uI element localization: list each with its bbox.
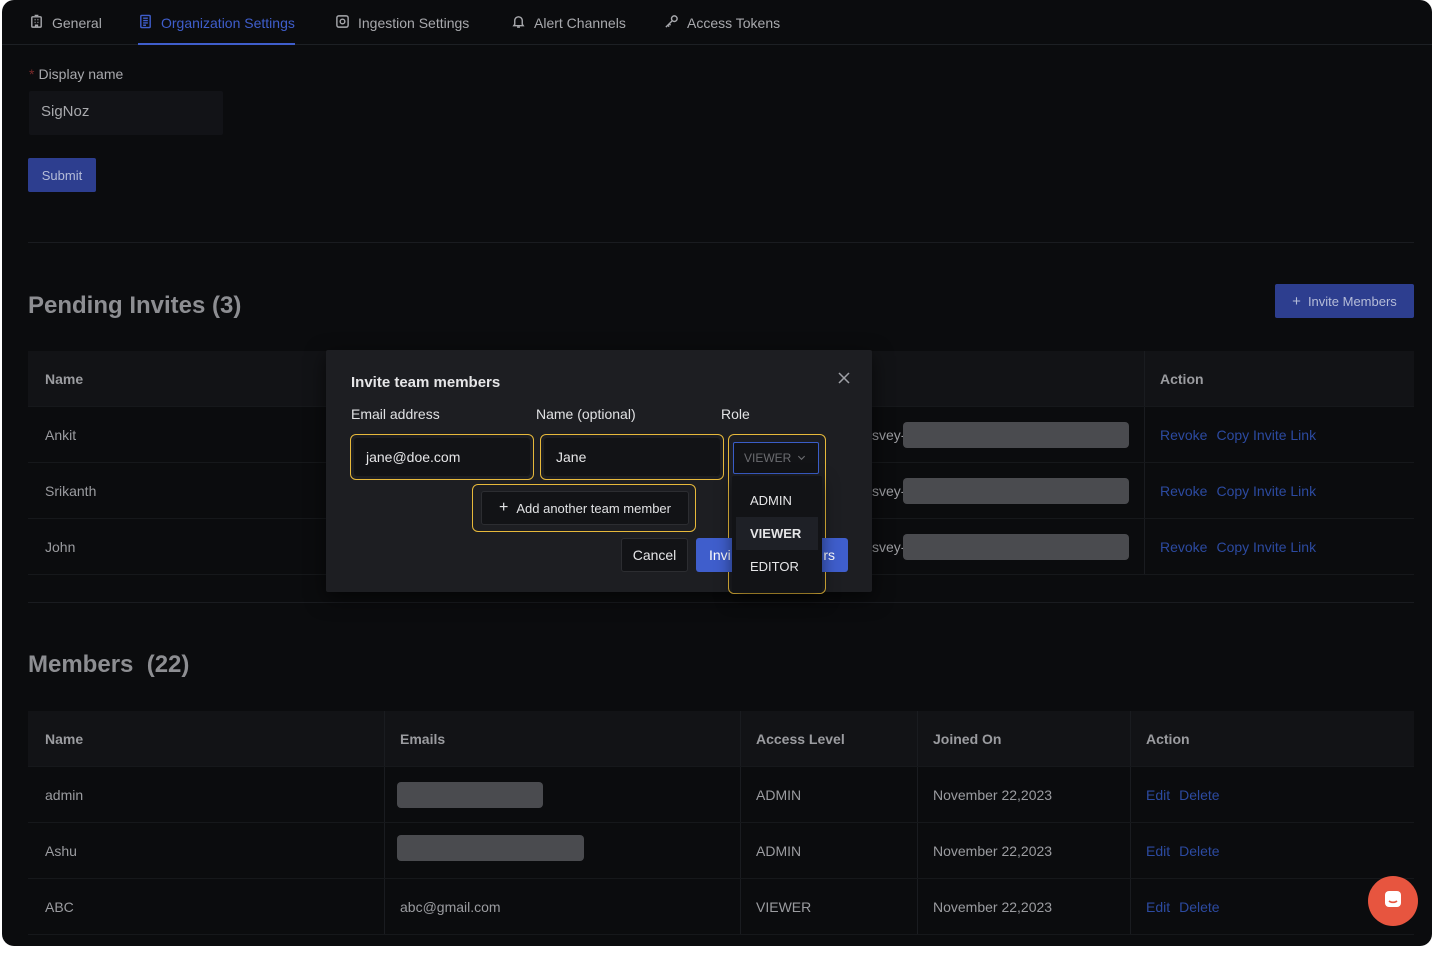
tab-label: General — [52, 14, 102, 31]
tab-label: Alert Channels — [534, 14, 626, 31]
edit-link[interactable]: Edit — [1146, 843, 1170, 859]
plus-icon: + — [1292, 292, 1301, 310]
copy-invite-link[interactable]: Copy Invite Link — [1216, 483, 1316, 499]
member-name: admin — [45, 787, 84, 803]
tab-label: Ingestion Settings — [358, 14, 470, 31]
table-header: Name Emails Access Level Joined On Actio… — [28, 711, 1414, 767]
tab-label: Access Tokens — [687, 14, 781, 31]
column-header: Name — [45, 731, 84, 747]
invite-members-button[interactable]: + Invite Members — [1275, 284, 1414, 318]
delete-link[interactable]: Delete — [1179, 899, 1219, 915]
tab-label: Organization Settings — [161, 14, 295, 31]
display-name-label: * Display name — [29, 66, 124, 82]
member-joined: November 22,2023 — [933, 843, 1053, 859]
invite-link-prefix: svey- — [872, 539, 906, 555]
role-option-editor[interactable]: EDITOR — [736, 550, 818, 583]
tab-access-tokens[interactable]: Access Tokens — [664, 0, 780, 45]
member-name: Ashu — [45, 843, 77, 859]
table-row: ABC abc@gmail.com VIEWER November 22,202… — [28, 879, 1414, 935]
invite-name: Srikanth — [45, 483, 97, 499]
chevron-down-icon — [797, 451, 806, 465]
member-joined: November 22,2023 — [933, 899, 1053, 915]
submit-button[interactable]: Submit — [28, 158, 96, 192]
members-title: Members (22) — [28, 651, 190, 678]
name-label: Name (optional) — [536, 406, 636, 422]
tab-organization-settings[interactable]: Organization Settings — [138, 0, 295, 45]
modal-title: Invite team members — [351, 374, 501, 391]
role-select[interactable]: VIEWER — [733, 442, 819, 474]
name-field[interactable]: Jane — [544, 438, 720, 476]
copy-invite-link[interactable]: Copy Invite Link — [1216, 427, 1316, 443]
column-header: Emails — [400, 731, 446, 747]
member-email: abc@gmail.com — [400, 899, 501, 915]
invite-name: John — [45, 539, 76, 555]
column-header: Action — [1146, 731, 1190, 747]
role-option-admin[interactable]: ADMIN — [736, 484, 818, 517]
book-icon — [138, 14, 153, 32]
member-name: ABC — [45, 899, 74, 915]
role-option-viewer[interactable]: VIEWER — [736, 517, 818, 550]
revoke-link[interactable]: Revoke — [1160, 539, 1207, 555]
member-joined: November 22,2023 — [933, 787, 1053, 803]
member-access: ADMIN — [756, 787, 802, 803]
cancel-button[interactable]: Cancel — [621, 538, 688, 572]
delete-link[interactable]: Delete — [1179, 843, 1219, 859]
redacted-invite-link — [903, 422, 1129, 448]
section-divider — [28, 602, 1414, 603]
redacted-invite-link — [903, 478, 1129, 504]
settings-icon — [335, 14, 350, 32]
invite-team-members-modal: Invite team members Email address Name (… — [326, 350, 872, 594]
tab-ingestion-settings[interactable]: Ingestion Settings — [335, 0, 469, 45]
role-dropdown: ADMIN VIEWER EDITOR — [732, 476, 822, 593]
chat-support-button[interactable] — [1368, 876, 1418, 926]
chat-icon — [1382, 888, 1404, 915]
redacted-email — [397, 782, 543, 808]
building-icon — [29, 14, 44, 32]
redacted-email — [397, 835, 584, 861]
close-icon[interactable] — [836, 370, 852, 386]
column-header: Access Level — [756, 731, 845, 747]
bell-icon — [511, 14, 526, 32]
revoke-link[interactable]: Revoke — [1160, 483, 1207, 499]
delete-link[interactable]: Delete — [1179, 787, 1219, 803]
redacted-invite-link — [903, 534, 1129, 560]
display-name-input[interactable]: SigNoz — [29, 91, 223, 135]
invite-link-prefix: svey- — [872, 427, 906, 443]
copy-invite-link[interactable]: Copy Invite Link — [1216, 539, 1316, 555]
invite-name: Ankit — [45, 427, 77, 443]
plus-icon: + — [499, 499, 509, 516]
section-divider — [28, 242, 1414, 243]
table-row: admin ADMIN November 22,2023 Edit Delete — [28, 767, 1414, 823]
email-label: Email address — [351, 406, 440, 422]
revoke-link[interactable]: Revoke — [1160, 427, 1207, 443]
members-table: Name Emails Access Level Joined On Actio… — [28, 711, 1414, 935]
pending-invites-title: Pending Invites (3) — [28, 292, 242, 319]
add-team-member-button[interactable]: + Add another team member — [481, 491, 689, 525]
table-row: Ashu ADMIN November 22,2023 Edit Delete — [28, 823, 1414, 879]
member-access: ADMIN — [756, 843, 802, 859]
column-header: Name — [45, 371, 84, 387]
tab-alert-channels[interactable]: Alert Channels — [511, 0, 626, 45]
app-window: General Organization Settings Ingestion … — [2, 0, 1432, 946]
edit-link[interactable]: Edit — [1146, 787, 1170, 803]
role-label: Role — [721, 406, 750, 422]
column-header: Joined On — [933, 731, 1002, 747]
tab-general[interactable]: General — [29, 0, 102, 45]
invite-link-prefix: svey- — [872, 483, 906, 499]
email-field[interactable]: jane@doe.com — [354, 438, 530, 476]
key-icon — [664, 14, 679, 32]
settings-tabs: General Organization Settings Ingestion … — [2, 0, 1432, 45]
column-header: Action — [1160, 371, 1204, 387]
member-access: VIEWER — [756, 899, 812, 915]
edit-link[interactable]: Edit — [1146, 899, 1170, 915]
